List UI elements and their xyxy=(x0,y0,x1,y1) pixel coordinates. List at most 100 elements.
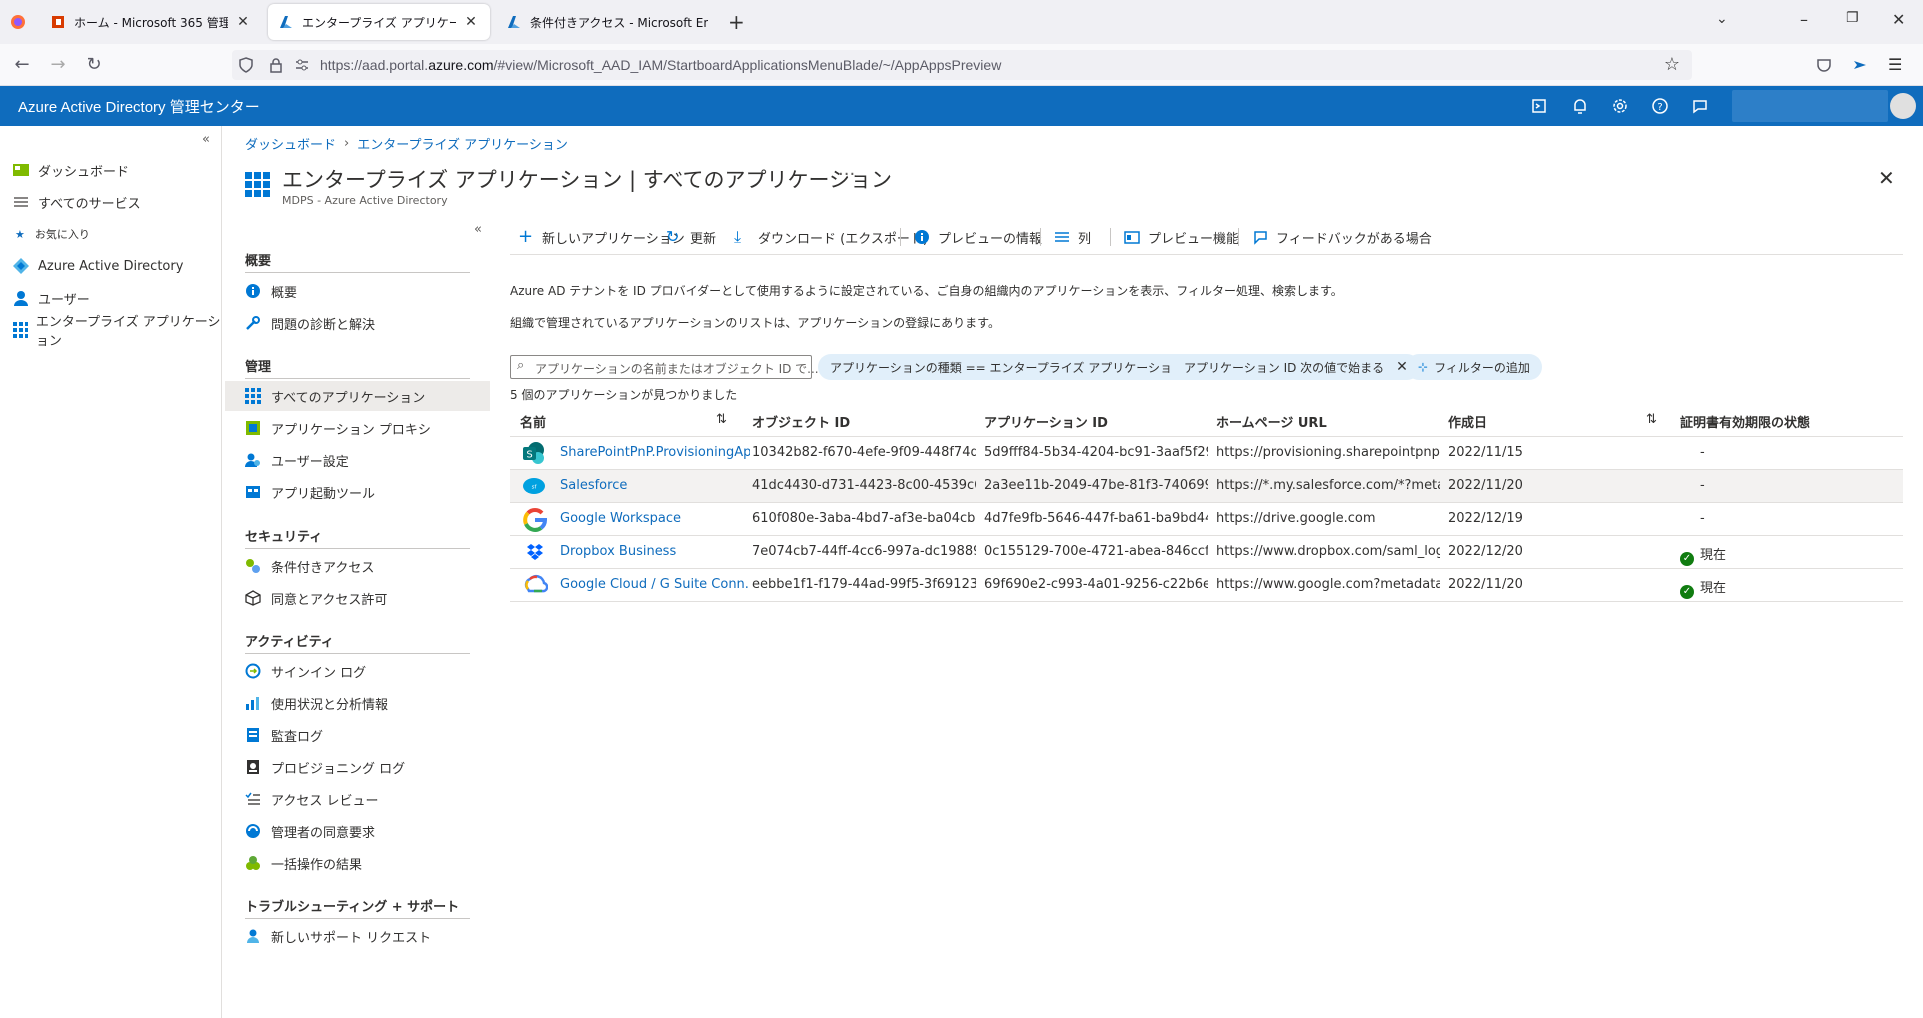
breadcrumb-dashboard[interactable]: ダッシュボード xyxy=(245,134,336,153)
table-row[interactable]: S SharePointPnP.ProvisioningAp... 10342b… xyxy=(510,437,1903,470)
preview-features-button[interactable]: プレビュー機能 xyxy=(1124,226,1239,248)
column-header-created[interactable]: 作成日 xyxy=(1448,412,1487,431)
menu-item-app-proxy[interactable]: アプリケーション プロキシ xyxy=(225,413,490,443)
menu-item-usage-insights[interactable]: 使用状況と分析情報 xyxy=(225,688,490,718)
filter-pill-app-id[interactable]: アプリケーション ID 次の値で始まる ✕ xyxy=(1172,354,1420,380)
left-nav-users[interactable]: ユーザー xyxy=(12,286,90,310)
close-icon[interactable]: ✕ xyxy=(462,14,480,30)
firefox-icon[interactable] xyxy=(10,14,26,30)
menu-item-signin-logs[interactable]: サインイン ログ xyxy=(225,656,490,686)
avatar[interactable] xyxy=(1890,93,1916,119)
menu-item-label: 新しいサポート リクエスト xyxy=(271,930,432,946)
refresh-button[interactable]: ↻ 更新 xyxy=(666,226,716,248)
table-row[interactable]: Google Workspace 610f080e-3aba-4bd7-af3e… xyxy=(510,503,1903,536)
tab-enterprise-apps[interactable]: エンタープライズ アプリケーション - Az ✕ xyxy=(268,4,490,40)
shield-icon[interactable] xyxy=(238,57,254,73)
menu-item-label: アクセス レビュー xyxy=(271,793,379,809)
add-filter-button[interactable]: ⊹ フィルターの追加 xyxy=(1406,354,1542,380)
left-nav-label: すべてのサービス xyxy=(38,196,141,212)
feedback-icon[interactable] xyxy=(1688,94,1712,118)
menu-icon[interactable]: ☰ xyxy=(1888,55,1902,74)
menu-item-overview[interactable]: 概要 xyxy=(225,276,490,306)
search-input[interactable]: ⌕ アプリケーションの名前またはオブジェクト ID で... xyxy=(510,355,819,379)
tab-list-chevron-icon[interactable]: ⌄ xyxy=(1716,11,1728,27)
more-options-icon[interactable]: ··· xyxy=(838,164,855,185)
lock-icon[interactable] xyxy=(268,57,284,73)
account-name-redacted[interactable] xyxy=(1732,90,1888,122)
sort-icon[interactable]: ⇅ xyxy=(1646,412,1657,427)
menu-item-access-reviews[interactable]: アクセス レビュー xyxy=(225,784,490,814)
app-id-cell: 5d9fff84-5b34-4204-bc91-3aaf5f298... xyxy=(984,445,1208,460)
menu-item-bulk-results[interactable]: 一括操作の結果 xyxy=(225,848,490,878)
description-line-2: 組織で管理されているアプリケーションのリストは、アプリケーションの登録にあります… xyxy=(510,316,1000,330)
app-name-link[interactable]: SharePointPnP.ProvisioningAp... xyxy=(560,445,750,460)
menu-item-consent[interactable]: 同意とアクセス許可 xyxy=(225,583,490,613)
column-header-cert-status[interactable]: 証明書有効期限の状態 xyxy=(1680,412,1810,431)
extension-icon[interactable] xyxy=(1852,57,1868,73)
collapse-menu-icon[interactable]: « xyxy=(474,222,482,237)
plus-icon: + xyxy=(518,226,534,247)
menu-item-audit-logs[interactable]: 監査ログ xyxy=(225,720,490,750)
tab-conditional-access[interactable]: 条件付きアクセス - Microsoft End xyxy=(496,4,718,40)
cloud-shell-icon[interactable] xyxy=(1528,94,1552,118)
bookmark-star-icon[interactable]: ☆ xyxy=(1664,54,1680,75)
divider xyxy=(245,378,470,379)
tab-m365-admin[interactable]: ホーム - Microsoft 365 管理セン ✕ xyxy=(40,4,262,40)
help-icon[interactable]: ? xyxy=(1648,94,1672,118)
cube-icon xyxy=(245,590,261,606)
left-nav-enterprise-apps[interactable]: エンタープライズ アプリケーション xyxy=(12,315,221,349)
column-header-app-id[interactable]: アプリケーション ID xyxy=(984,412,1108,431)
table-row[interactable]: sf Salesforce 41dc4430-d731-4423-8c00-45… xyxy=(510,470,1903,503)
filter-pill-app-type[interactable]: アプリケーションの種類 == エンタープライズ アプリケーション ✕ xyxy=(818,354,1220,380)
column-header-object-id[interactable]: オブジェクト ID xyxy=(752,412,850,431)
minimize-icon[interactable]: – xyxy=(1800,10,1808,29)
pocket-icon[interactable] xyxy=(1816,57,1832,73)
menu-item-admin-consent[interactable]: 管理者の同意要求 xyxy=(225,816,490,846)
portal-title[interactable]: Azure Active Directory 管理センター xyxy=(18,96,260,117)
table-row[interactable]: Dropbox Business 7e074cb7-44ff-4cc6-997a… xyxy=(510,536,1903,569)
feedback-button[interactable]: フィードバックがある場合 xyxy=(1252,226,1432,248)
object-id-cell: 610f080e-3aba-4bd7-af3e-ba04cb3... xyxy=(752,511,976,526)
menu-item-provisioning-logs[interactable]: プロビジョニング ログ xyxy=(225,752,490,782)
sort-icon[interactable]: ⇅ xyxy=(716,412,727,427)
notification-bell-icon[interactable] xyxy=(1568,94,1592,118)
reload-icon[interactable]: ↻ xyxy=(82,53,106,77)
url-bar[interactable]: https://aad.portal.azure.com/#view/Micro… xyxy=(232,50,1692,80)
left-nav-azure-ad[interactable]: Azure Active Directory xyxy=(12,254,183,278)
close-blade-icon[interactable]: ✕ xyxy=(1878,166,1895,190)
preview-info-button[interactable]: プレビューの情報 xyxy=(914,226,1042,248)
left-nav-all-services[interactable]: すべてのサービス xyxy=(12,190,141,214)
collapse-icon[interactable]: « xyxy=(202,132,210,147)
forward-icon[interactable]: → xyxy=(46,53,70,77)
close-icon[interactable]: ✕ xyxy=(234,14,252,30)
user-settings-icon xyxy=(245,453,260,467)
new-application-button[interactable]: + 新しいアプリケーション xyxy=(518,226,685,248)
restore-icon[interactable]: ❐ xyxy=(1846,10,1859,26)
download-button[interactable]: ⤓ ダウンロード (エクスポート) xyxy=(734,226,928,248)
columns-button[interactable]: 列 xyxy=(1054,226,1091,248)
table-row[interactable]: Google Cloud / G Suite Conn... eebbe1f1-… xyxy=(510,569,1903,602)
column-header-homepage-url[interactable]: ホームページ URL xyxy=(1216,412,1327,431)
audit-log-icon xyxy=(247,728,259,742)
menu-item-new-support-request[interactable]: 新しいサポート リクエスト xyxy=(225,921,490,951)
app-name-link[interactable]: Dropbox Business xyxy=(560,544,750,559)
permissions-icon[interactable] xyxy=(294,57,310,73)
menu-item-diagnose[interactable]: 問題の診断と解決 xyxy=(225,308,490,338)
menu-item-all-applications[interactable]: すべてのアプリケーション xyxy=(225,381,490,411)
settings-gear-icon[interactable] xyxy=(1608,94,1632,118)
menu-item-user-settings[interactable]: ユーザー設定 xyxy=(225,445,490,475)
app-name-link[interactable]: Salesforce xyxy=(560,478,750,493)
breadcrumb-enterprise-apps[interactable]: エンタープライズ アプリケーション xyxy=(357,134,568,153)
left-nav-dashboard[interactable]: ダッシュボード xyxy=(12,158,129,182)
left-nav-label: ユーザー xyxy=(38,292,90,308)
app-name-link[interactable]: Google Cloud / G Suite Conn... xyxy=(560,577,750,592)
column-header-name[interactable]: 名前 xyxy=(520,412,546,431)
app-name-link[interactable]: Google Workspace xyxy=(560,511,750,526)
back-icon[interactable]: ← xyxy=(10,53,34,77)
new-tab-button[interactable]: + xyxy=(728,10,745,34)
menu-item-label: アプリ起動ツール xyxy=(271,486,376,502)
menu-item-app-launcher[interactable]: アプリ起動ツール xyxy=(225,477,490,507)
filter-pill-label: アプリケーション ID 次の値で始まる xyxy=(1184,360,1385,375)
menu-item-conditional-access[interactable]: 条件付きアクセス xyxy=(225,551,490,581)
window-close-icon[interactable]: ✕ xyxy=(1892,10,1905,29)
